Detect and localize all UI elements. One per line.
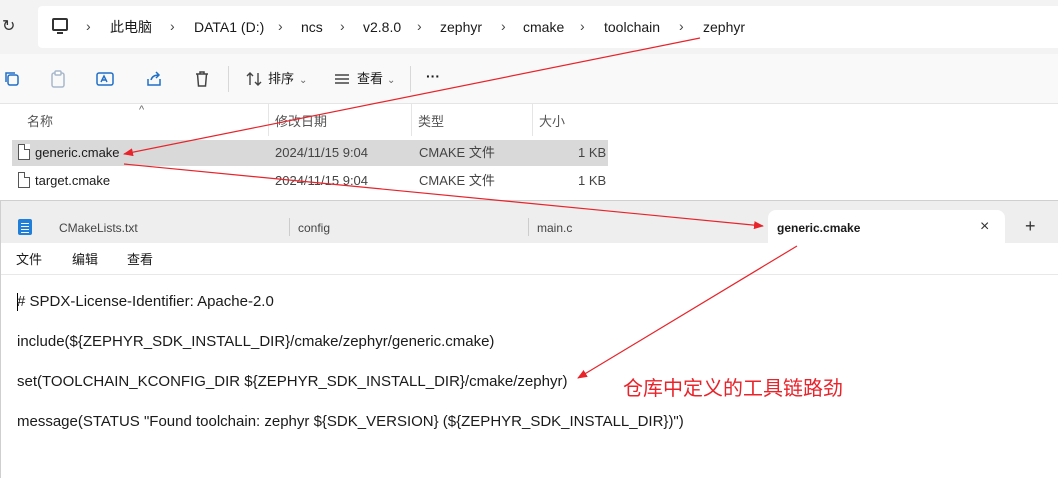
annotation-label: 仓库中定义的工具链路劲 [623,378,843,400]
tab-main-c[interactable]: main.c [529,201,767,243]
tab-label: config [298,221,331,235]
code-line[interactable]: include(${ZEPHYR_SDK_INSTALL_DIR}/cmake/… [17,333,494,351]
code-line[interactable]: set(TOOLCHAIN_KCONFIG_DIR ${ZEPHYR_SDK_I… [17,373,567,391]
address-bar[interactable]: › 此电脑 › DATA1 (D:) › ncs › v2.8.0 › zeph… [38,6,1058,48]
view-button[interactable]: 查看 [357,71,383,87]
chevron-right-icon[interactable]: › [417,18,422,34]
menu-view[interactable]: 查看 [127,252,153,268]
tab-label: generic.cmake [777,221,861,235]
file-type: CMAKE 文件 [419,145,495,160]
view-icon[interactable] [332,69,352,89]
chevron-down-icon[interactable]: ⌄ [387,73,395,89]
tab-config[interactable]: config [290,201,528,243]
column-size[interactable]: 大小 [539,114,565,130]
column-divider[interactable] [268,104,269,136]
file-explorer: ↻ › 此电脑 › DATA1 (D:) › ncs › v2.8.0 › ze… [0,0,1058,200]
breadcrumb-this-pc[interactable]: 此电脑 [110,19,152,35]
toolbar-divider [410,66,411,92]
chevron-right-icon[interactable]: › [340,18,345,34]
chevron-right-icon[interactable]: › [170,18,175,34]
tab-strip: CMakeLists.txt config main.c generic.cma… [1,201,1058,243]
sort-icon[interactable] [244,69,264,89]
notepad-window: CMakeLists.txt config main.c generic.cma… [0,200,1058,478]
computer-icon [52,18,68,34]
delete-icon[interactable] [192,69,212,89]
breadcrumb-cmake[interactable]: cmake [523,19,564,35]
chevron-right-icon[interactable]: › [278,18,283,34]
file-icon [18,144,30,160]
breadcrumb-ncs[interactable]: ncs [301,19,323,35]
text-editor[interactable]: # SPDX-License-Identifier: Apache-2.0 in… [1,275,1058,478]
code-line[interactable]: message(STATUS "Found toolchain: zephyr … [17,413,684,431]
column-divider[interactable] [532,104,533,136]
tab-generic-cmake[interactable]: generic.cmake × [768,210,1005,243]
tab-label: main.c [537,221,573,235]
toolbar-divider [228,66,229,92]
file-name: generic.cmake [35,145,120,160]
file-row-generic-cmake[interactable]: generic.cmake 2024/11/15 9:04 CMAKE 文件 1… [12,140,608,166]
menu-bar: 文件 编辑 查看 [1,243,1058,275]
menu-file[interactable]: 文件 [16,252,42,268]
breadcrumb-toolchain[interactable]: toolchain [604,19,660,35]
more-options-icon[interactable]: ··· [426,68,440,84]
close-tab-icon[interactable]: × [980,219,989,235]
new-tab-icon[interactable]: + [1025,217,1036,235]
paste-icon[interactable] [48,69,68,89]
sort-button[interactable]: 排序 [268,71,294,87]
copy-icon[interactable] [2,69,22,89]
file-name: target.cmake [35,173,111,188]
chevron-down-icon[interactable]: ⌄ [299,73,307,89]
breadcrumb-data1[interactable]: DATA1 (D:) [194,19,264,35]
breadcrumb-version[interactable]: v2.8.0 [363,19,401,35]
file-icon [18,172,30,188]
command-bar: 排序 ⌄ 查看 ⌄ ··· [0,54,1058,104]
share-icon[interactable] [144,69,164,89]
menu-edit[interactable]: 编辑 [72,252,98,268]
refresh-icon[interactable]: ↻ [2,18,18,36]
column-name[interactable]: 名称 [27,114,53,130]
file-modified: 2024/11/15 9:04 [275,145,369,160]
tab-cmakelists[interactable]: CMakeLists.txt [41,201,289,243]
column-type[interactable]: 类型 [418,114,444,130]
breadcrumb-zephyr[interactable]: zephyr [440,19,482,35]
notepad-app-icon [18,219,32,235]
chevron-right-icon[interactable]: › [580,18,585,34]
file-row-target-cmake[interactable]: target.cmake 2024/11/15 9:04 CMAKE 文件 1 … [12,168,608,194]
code-line[interactable]: # SPDX-License-Identifier: Apache-2.0 [17,293,274,311]
file-size: 1 KB [578,145,607,160]
chevron-right-icon[interactable]: › [501,18,506,34]
column-header: ^ 名称 修改日期 类型 大小 [0,104,1058,136]
column-divider[interactable] [411,104,412,136]
chevron-right-icon[interactable]: › [679,18,684,34]
file-type: CMAKE 文件 [419,173,495,188]
file-size: 1 KB [578,173,607,188]
sort-caret-icon: ^ [139,104,145,116]
column-modified[interactable]: 修改日期 [275,114,327,130]
rename-icon[interactable] [95,69,115,89]
chevron-right-icon[interactable]: › [86,18,91,34]
tab-label: CMakeLists.txt [59,221,138,235]
breadcrumb-zephyr-current[interactable]: zephyr [703,19,745,35]
file-modified: 2024/11/15 9:04 [275,173,369,188]
address-row: ↻ › 此电脑 › DATA1 (D:) › ncs › v2.8.0 › ze… [0,0,1058,54]
